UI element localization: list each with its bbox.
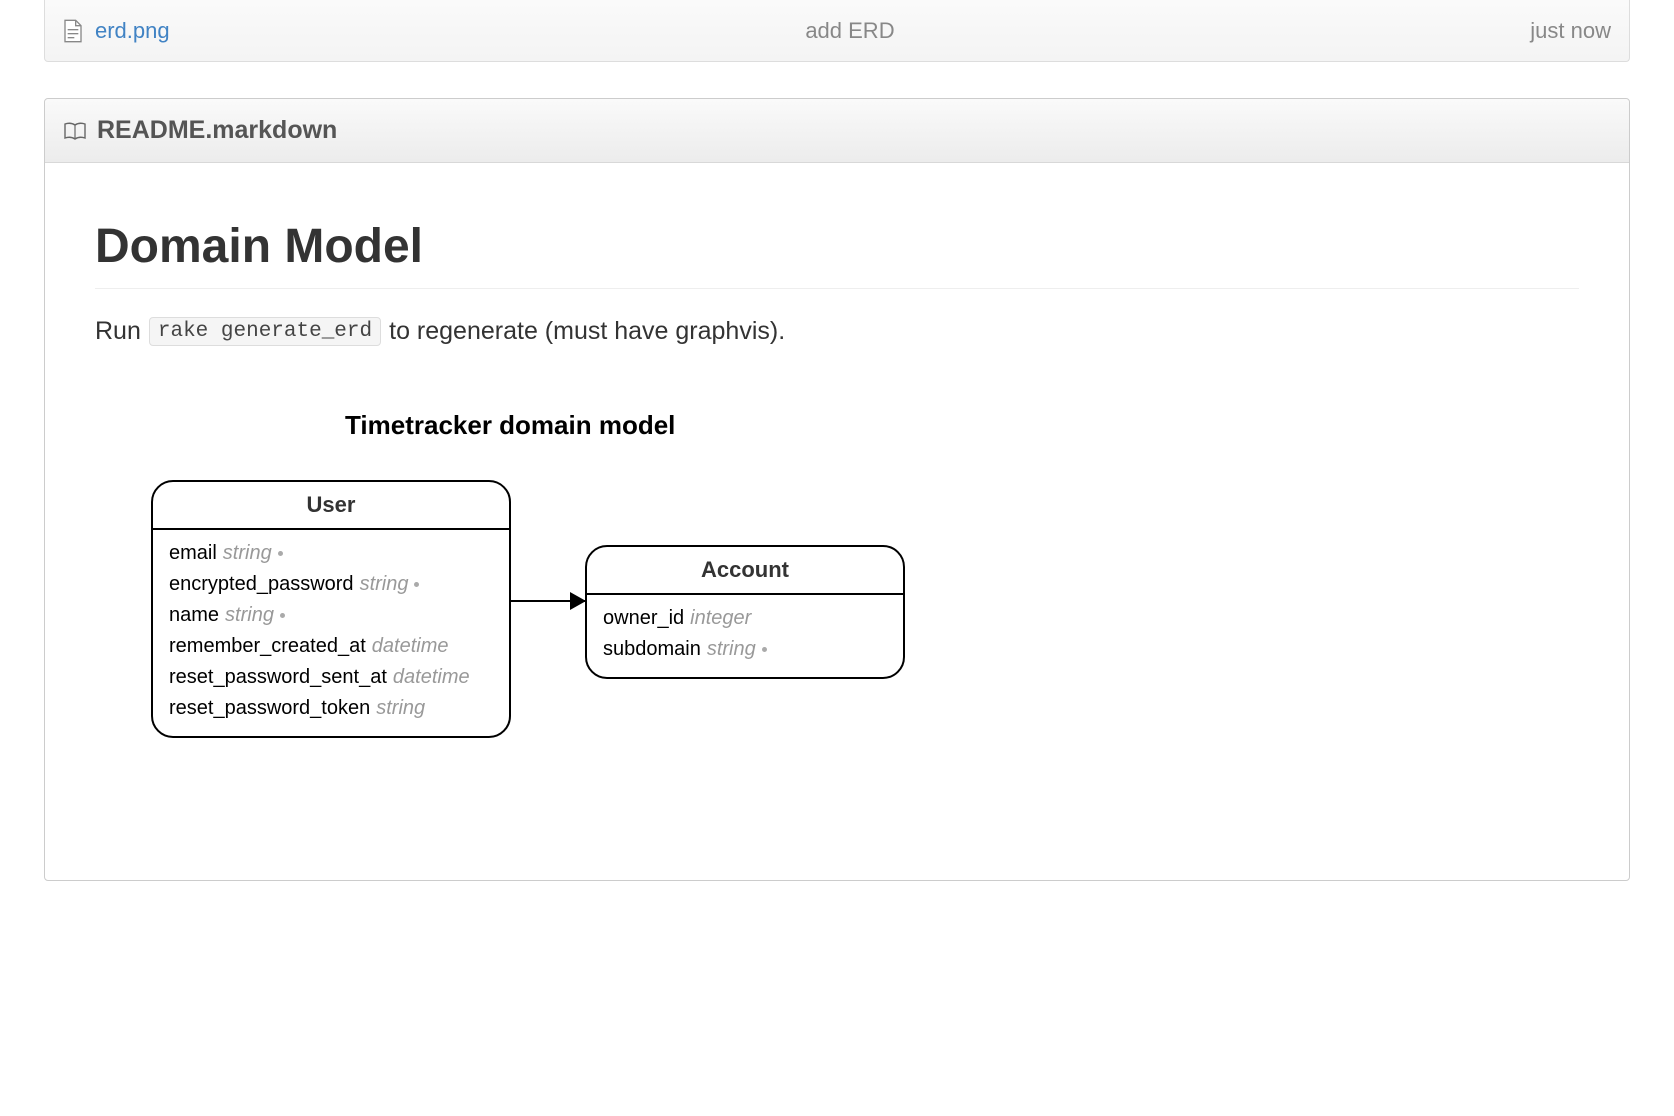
entity-field: remember_created_atdatetime: [169, 631, 493, 662]
file-list-row: erd.png add ERD just now: [44, 0, 1630, 62]
entity-field: subdomainstring: [603, 634, 887, 665]
book-icon: [63, 121, 87, 141]
readme-description: Run rake generate_erd to regenerate (mus…: [95, 317, 1579, 346]
entity-user: User emailstringencrypted_passwordstring…: [151, 480, 511, 738]
commit-message[interactable]: add ERD: [170, 18, 1531, 44]
entity-account: Account owner_idintegersubdomainstring: [585, 545, 905, 679]
entity-field: reset_password_sent_atdatetime: [169, 662, 493, 693]
file-link[interactable]: erd.png: [95, 18, 170, 44]
readme-header: README.markdown: [45, 99, 1629, 163]
file-icon: [63, 19, 83, 43]
relationship-arrow: [511, 600, 585, 602]
desc-suffix: to regenerate (must have graphvis).: [389, 317, 785, 346]
entity-field: owner_idinteger: [603, 603, 887, 634]
erd-title: Timetracker domain model: [345, 410, 675, 441]
desc-prefix: Run: [95, 317, 141, 346]
readme-filename: README.markdown: [97, 116, 337, 145]
entity-field: emailstring: [169, 538, 493, 569]
readme-panel: README.markdown Domain Model Run rake ge…: [44, 98, 1630, 881]
entity-field: encrypted_passwordstring: [169, 569, 493, 600]
readme-heading: Domain Model: [95, 219, 1579, 289]
entity-account-fields: owner_idintegersubdomainstring: [587, 595, 903, 677]
entity-field: reset_password_tokenstring: [169, 693, 493, 724]
entity-user-fields: emailstringencrypted_passwordstringnames…: [153, 530, 509, 736]
entity-field: namestring: [169, 600, 493, 631]
erd-diagram: Timetracker domain model User emailstrin…: [95, 410, 1015, 790]
entity-account-header: Account: [587, 547, 903, 595]
code-command: rake generate_erd: [149, 317, 381, 346]
readme-body: Domain Model Run rake generate_erd to re…: [45, 163, 1629, 880]
entity-user-header: User: [153, 482, 509, 530]
file-time-ago: just now: [1530, 18, 1611, 44]
